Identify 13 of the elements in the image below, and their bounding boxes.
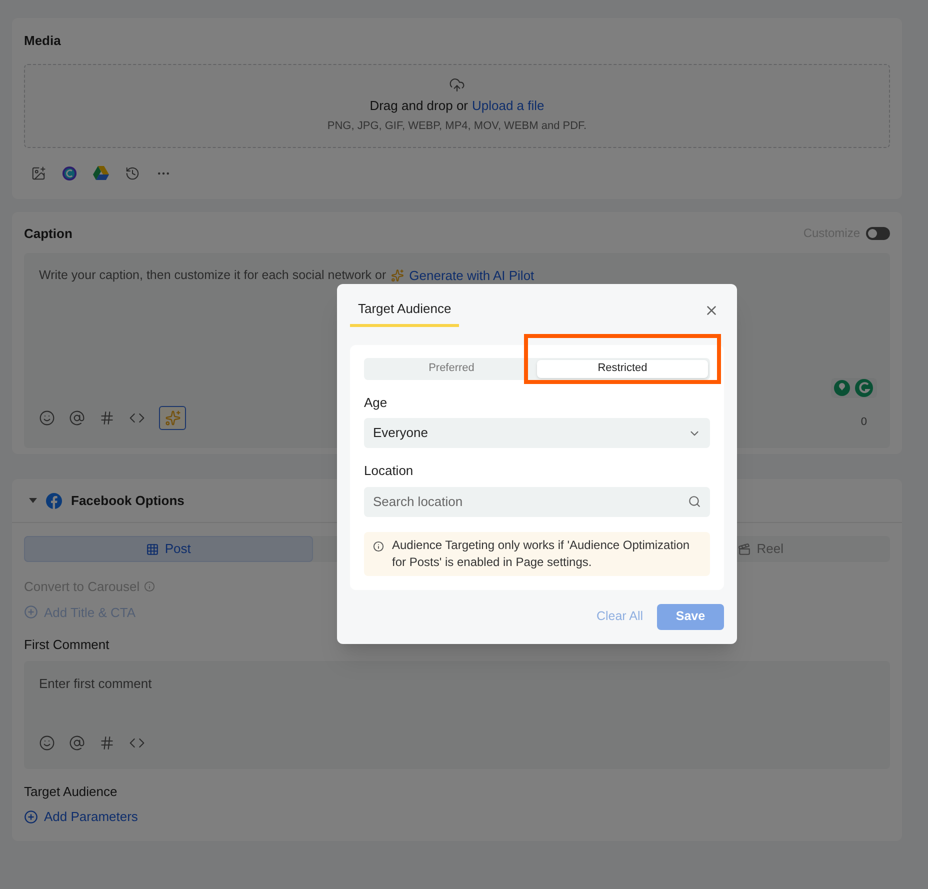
field-label: Location: [364, 462, 414, 480]
field-label: First Comment: [24, 636, 110, 654]
comment-placeholder: Enter first comment: [39, 674, 153, 692]
section-title: Caption: [24, 224, 72, 243]
section-title: Facebook Options: [71, 492, 184, 510]
field-label: Target Audience: [24, 782, 118, 801]
caption-placeholder: Write your caption, then customize it for each social network or: [39, 267, 386, 284]
formats-note: PNG, JPG, GIF, WEBP, MP4, MOV, WEBM and PDF.: [327, 119, 587, 134]
character-count: 0: [860, 414, 868, 430]
notice-text: Audience Targeting only works if 'Audience Optimization for Posts' is enabled in Page settings.: [392, 536, 691, 570]
dropzone-prompt: Drag and drop or: [370, 96, 468, 115]
section-title: Media: [24, 32, 62, 50]
field-label: Age: [364, 394, 388, 412]
